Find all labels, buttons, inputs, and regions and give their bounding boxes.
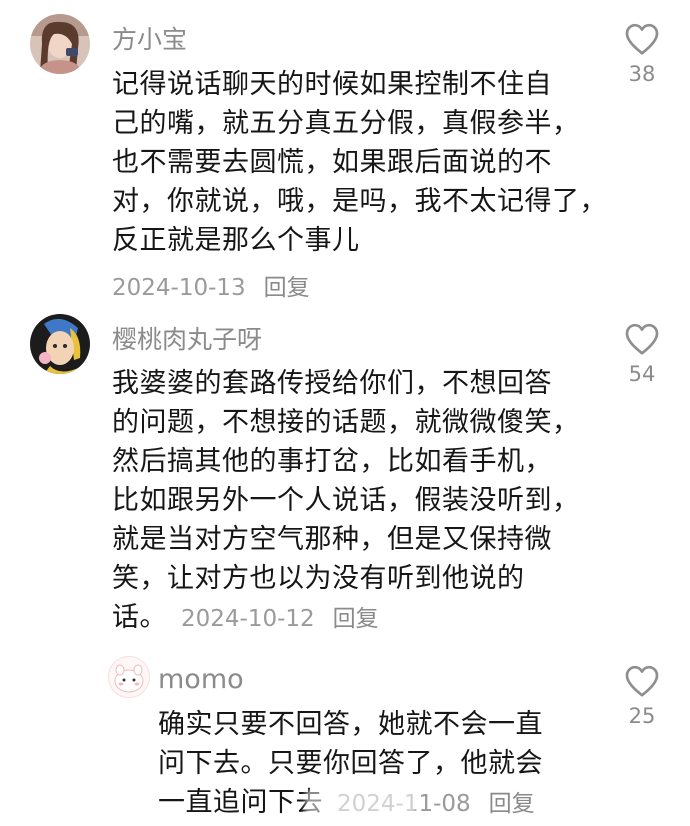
comment-date: 2024-10-13 — [112, 275, 246, 301]
comment-item: 方小宝 记得说话聊天的时候如果控制不住自 己的嘴，就五分真五分假，真假参半， 也… — [0, 0, 690, 310]
comment-username[interactable]: 方小宝 — [112, 20, 187, 56]
comment-line: 我婆婆的套路传授给你们，不想回答 — [112, 368, 552, 399]
comment-line: 记得说话聊天的时候如果控制不住自 — [112, 69, 552, 100]
comment-line: 话。 — [112, 602, 167, 633]
like-button[interactable]: 54 — [612, 322, 672, 386]
comment-line: 对，你就说，哦，是吗，我不太记得了， — [112, 186, 607, 217]
comment-item: 樱桃肉丸子呀 我婆婆的套路传授给你们，不想回答 的问题，不想接的话题，就微微傻笑… — [0, 310, 690, 650]
comment-meta: 2024-10-13 回复 — [112, 268, 310, 302]
reply-button[interactable]: 回复 — [264, 275, 310, 301]
watermark-overlay — [305, 790, 415, 820]
comment-line: 己的嘴，就五分真五分假，真假参半， — [112, 108, 580, 139]
avatar[interactable] — [108, 656, 150, 698]
comment-line: 一直追问下去 — [158, 787, 323, 818]
comment-line-with-meta: 话。 2024-10-12 回复 — [112, 598, 580, 639]
heart-outline-icon — [625, 665, 659, 697]
reply-button[interactable]: 回复 — [333, 606, 379, 632]
comment-username[interactable]: 樱桃肉丸子呀 — [112, 320, 262, 356]
comment-line: 也不需要去圆慌，如果跟后面说的不 — [112, 147, 552, 178]
like-count: 25 — [628, 704, 656, 728]
comment-line: 的问题，不想接的话题，就微微傻笑， — [112, 407, 580, 438]
comment-username[interactable]: momo — [158, 664, 244, 695]
reply-button[interactable]: 回复 — [489, 791, 535, 817]
comment-line: 反正就是那么个事儿 — [112, 225, 360, 256]
comment-meta: 2024-10-12 回复 — [181, 606, 379, 632]
comment-line: 然后搞其他的事打岔，比如看手机， — [112, 446, 552, 477]
avatar[interactable] — [30, 14, 90, 74]
like-count: 38 — [628, 62, 656, 86]
comment-body: 记得说话聊天的时候如果控制不住自 己的嘴，就五分真五分假，真假参半， 也不需要去… — [112, 65, 607, 260]
heart-outline-icon — [625, 23, 659, 55]
comment-date: 2024-10-12 — [181, 606, 315, 632]
comment-line: 确实只要不回答，她就不会一直 — [158, 709, 543, 740]
like-count: 54 — [628, 362, 656, 386]
heart-outline-icon — [625, 323, 659, 355]
comment-line: 笑，让对方也以为没有听到他说的 — [112, 563, 525, 594]
avatar[interactable] — [30, 314, 90, 374]
comment-line: 问下去。只要你回答了，他就会 — [158, 748, 543, 779]
like-button[interactable]: 38 — [612, 22, 672, 86]
comment-line: 比如跟另外一个人说话，假装没听到， — [112, 485, 580, 516]
comment-body: 我婆婆的套路传授给你们，不想回答 的问题，不想接的话题，就微微傻笑， 然后搞其他… — [112, 364, 580, 639]
like-button[interactable]: 25 — [612, 664, 672, 728]
comment-line: 就是当对方空气那种，但是又保持微 — [112, 524, 552, 555]
